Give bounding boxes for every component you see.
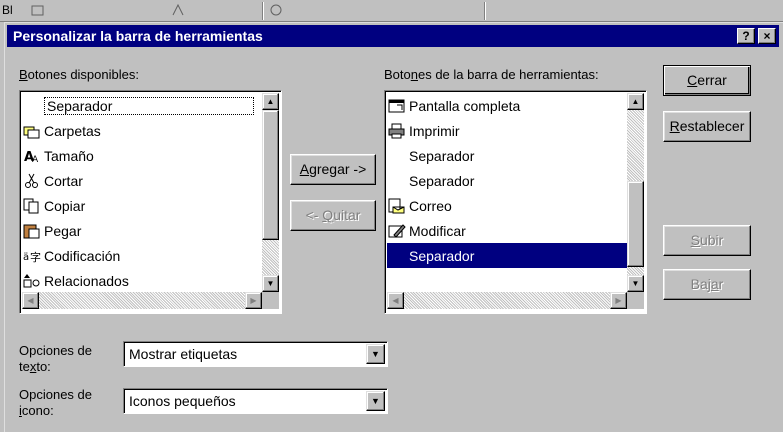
available-buttons-list[interactable]: Separador Carpetas AA Tamaño Cortar Copi…	[19, 90, 282, 314]
list-item[interactable]: Relacionados	[22, 268, 129, 293]
close-icon[interactable]: ×	[758, 28, 776, 44]
toolbar-fragment: Bl	[2, 3, 13, 17]
copy-icon	[22, 196, 42, 216]
scroll-left-button[interactable]: ◀	[22, 292, 39, 309]
help-button[interactable]: ?	[737, 28, 755, 44]
text-options-label: Opciones de texto:	[19, 343, 92, 374]
font-size-icon: AA	[22, 146, 42, 166]
close-button[interactable]: Cerrar	[663, 65, 751, 96]
background-toolbar: Bl	[0, 0, 783, 22]
edit-icon	[387, 221, 407, 241]
list-item[interactable]: Carpetas	[22, 118, 101, 143]
toolbar-horizontal-scrollbar[interactable]	[387, 292, 627, 309]
text-options-select[interactable]: Mostrar etiquetas ▼	[123, 341, 388, 367]
scroll-down-button[interactable]: ▼	[262, 275, 279, 292]
icon-options-select[interactable]: Iconos pequeños ▼	[123, 388, 388, 414]
list-item[interactable]: Cortar	[22, 168, 83, 193]
scrollbar-corner	[627, 292, 644, 309]
scroll-left-button[interactable]: ◀	[387, 292, 404, 309]
title-bar: Personalizar la barra de herramientas ? …	[7, 25, 779, 47]
icon-options-value: Iconos pequeños	[129, 393, 236, 409]
svg-text:A: A	[32, 155, 39, 164]
move-up-button[interactable]: Subir	[663, 225, 751, 256]
toolbar-separator	[262, 2, 264, 20]
dialog-title: Personalizar la barra de herramientas	[13, 28, 263, 44]
available-horizontal-scrollbar[interactable]	[22, 292, 262, 309]
add-button[interactable]: Agregar ->	[290, 154, 376, 185]
scroll-up-button[interactable]: ▲	[262, 93, 279, 110]
scroll-up-button[interactable]: ▲	[627, 93, 644, 110]
scrollbar-corner	[262, 292, 279, 309]
scissors-icon	[22, 171, 42, 191]
chevron-down-icon[interactable]: ▼	[366, 344, 385, 364]
chevron-down-icon[interactable]: ▼	[366, 391, 385, 411]
encoding-icon: ä字	[22, 246, 42, 266]
list-item[interactable]: AA Tamaño	[22, 143, 94, 168]
paste-icon	[22, 221, 42, 241]
list-item[interactable]: Correo	[387, 193, 452, 218]
scroll-right-button[interactable]: ▶	[245, 292, 262, 309]
list-item[interactable]: Copiar	[22, 193, 85, 218]
svg-text:字: 字	[30, 250, 41, 264]
move-down-button[interactable]: Bajar	[663, 269, 751, 300]
scroll-thumb[interactable]	[627, 181, 644, 267]
folders-icon	[22, 121, 42, 141]
list-item[interactable]: Imprimir	[387, 118, 460, 143]
printer-icon	[387, 121, 407, 141]
list-item[interactable]: Separador	[387, 143, 474, 168]
scroll-down-button[interactable]: ▼	[627, 275, 644, 292]
list-item-selected[interactable]: Separador	[387, 243, 627, 268]
list-item[interactable]: ä字 Codificación	[22, 243, 120, 268]
customize-toolbar-dialog: Personalizar la barra de herramientas ? …	[4, 22, 783, 432]
remove-button[interactable]: <- Quitar	[290, 200, 376, 231]
mail-icon	[387, 196, 407, 216]
text-options-value: Mostrar etiquetas	[129, 346, 238, 362]
scroll-thumb[interactable]	[262, 110, 279, 240]
toolbar-buttons-label: Botones de la barra de herramientas:	[384, 67, 599, 82]
scroll-right-button[interactable]: ▶	[610, 292, 627, 309]
svg-text:ä: ä	[23, 252, 29, 263]
toolbar-icon	[30, 3, 46, 20]
fullscreen-icon	[387, 96, 407, 116]
list-item[interactable]: Pantalla completa	[387, 93, 520, 118]
toolbar-icon	[268, 3, 284, 20]
toolbar-icon	[170, 3, 186, 20]
reset-button[interactable]: Restablecer	[663, 111, 751, 142]
related-icon	[22, 271, 42, 291]
list-item[interactable]: Separador	[387, 168, 474, 193]
list-item[interactable]: Separador	[22, 93, 254, 118]
icon-options-label: Opciones de icono:	[19, 387, 92, 418]
list-item[interactable]: Pegar	[22, 218, 81, 243]
toolbar-buttons-list[interactable]: Pantalla completa Imprimir Separador Sep…	[384, 90, 647, 314]
toolbar-separator	[484, 2, 486, 20]
available-buttons-label: Botones disponibles:	[19, 67, 139, 82]
list-item[interactable]: Modificar	[387, 218, 466, 243]
